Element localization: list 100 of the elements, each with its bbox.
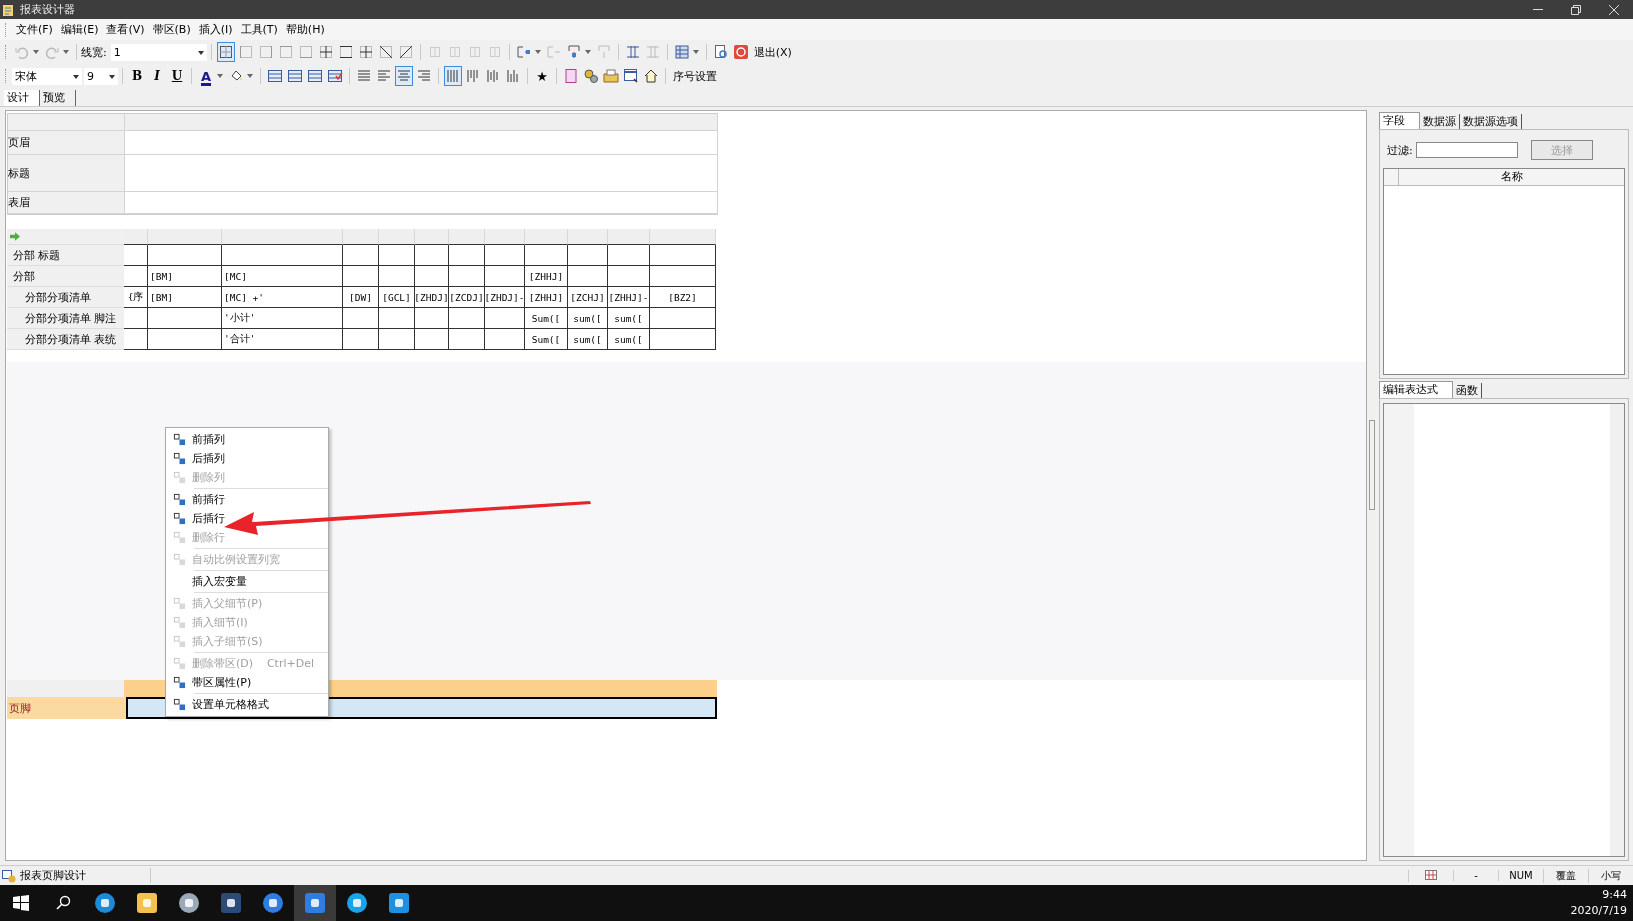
field-cell[interactable] [415, 329, 449, 350]
menu-item[interactable]: 带区属性(P) [166, 673, 328, 692]
folder-icon[interactable] [603, 68, 619, 84]
field-cell[interactable] [608, 266, 650, 287]
format-button[interactable]: I [148, 66, 166, 86]
field-cell[interactable] [650, 308, 716, 329]
field-cell[interactable]: [ZHDJ] [415, 287, 449, 308]
field-cell[interactable]: Sum([ [525, 329, 568, 350]
field-cell[interactable] [124, 266, 148, 287]
vertical-align-button[interactable] [444, 66, 462, 86]
field-cell[interactable] [124, 329, 148, 350]
band-label[interactable]: 页脚 [7, 697, 126, 719]
menu-item[interactable]: 带区(B) [148, 20, 195, 39]
insert-column-icon[interactable] [565, 44, 582, 60]
field-cell[interactable] [343, 308, 379, 329]
caret-icon[interactable] [73, 74, 79, 79]
format-button[interactable]: B [128, 66, 146, 86]
field-cell[interactable]: '合计' [222, 329, 343, 350]
search-icon[interactable] [55, 895, 71, 911]
field-cell[interactable]: [ZHHJ] [525, 287, 568, 308]
field-cell[interactable]: [MC] [222, 266, 343, 287]
menu-item[interactable]: 插入宏变量 [166, 572, 328, 591]
scrollbar[interactable] [1610, 404, 1624, 856]
table-icon[interactable] [267, 68, 283, 84]
band-label[interactable]: 分部分项清单 脚注 [7, 308, 124, 329]
field-cell[interactable]: [GCL] [379, 287, 415, 308]
field-cell[interactable] [148, 308, 222, 329]
panel-tab[interactable]: 编辑表达式 [1379, 381, 1453, 398]
caret-icon[interactable] [109, 74, 115, 79]
field-cell[interactable] [525, 245, 568, 266]
band-label[interactable]: 分部 标题 [7, 245, 124, 266]
field-cell[interactable] [343, 245, 379, 266]
table-icon[interactable] [307, 68, 323, 84]
column-header[interactable] [650, 229, 716, 245]
line-width-dropdown[interactable]: 1 [110, 43, 207, 61]
menu-item[interactable]: 前插行 [166, 490, 328, 509]
sequence-settings-button[interactable]: 序号设置 [670, 68, 720, 84]
menu-item[interactable]: 后插行 [166, 509, 328, 528]
start-icon[interactable] [13, 895, 29, 911]
band-label[interactable]: 页眉 [8, 131, 125, 154]
field-cell[interactable] [568, 266, 608, 287]
field-cell[interactable]: '小计' [222, 308, 343, 329]
caret-icon[interactable] [197, 50, 204, 55]
menu-item[interactable]: 查看(V) [102, 20, 149, 39]
band-label[interactable]: 标题 [8, 155, 125, 191]
column-header[interactable] [343, 229, 379, 245]
field-cell[interactable] [449, 245, 485, 266]
menu-item[interactable]: 插入(I) [194, 20, 237, 39]
column-header[interactable] [222, 229, 343, 245]
column-header[interactable] [485, 229, 525, 245]
field-cell[interactable]: [DW] [343, 287, 379, 308]
band-label[interactable]: 分部分项清单 表统 [7, 329, 124, 350]
column-header[interactable] [568, 229, 608, 245]
page-icon[interactable] [563, 68, 579, 84]
field-cell[interactable]: {序 [124, 287, 148, 308]
field-cell[interactable] [148, 245, 222, 266]
clock-date[interactable]: 2020/7/19 [1570, 903, 1627, 919]
column-header[interactable] [449, 229, 485, 245]
field-cell[interactable] [449, 329, 485, 350]
field-cell[interactable] [650, 329, 716, 350]
field-cell[interactable]: Sum([ [525, 308, 568, 329]
field-cell[interactable]: [ZHHJ] [525, 266, 568, 287]
field-cell[interactable]: [ZCDJ] [449, 287, 485, 308]
filter-field[interactable] [1415, 142, 1518, 158]
stop-icon[interactable] [732, 44, 749, 60]
field-cell[interactable]: [ZCHJ] [568, 287, 608, 308]
field-cell[interactable] [379, 329, 415, 350]
field-cell[interactable] [449, 308, 485, 329]
taskbar-app[interactable] [294, 885, 336, 921]
clock-time[interactable]: 9:44 [1602, 887, 1627, 903]
insert-row-icon[interactable] [515, 44, 532, 60]
field-cell[interactable] [485, 308, 525, 329]
menu-item[interactable]: 帮助(H) [281, 20, 329, 39]
field-cell[interactable] [124, 245, 148, 266]
field-cell[interactable] [343, 266, 379, 287]
field-cell[interactable] [568, 245, 608, 266]
field-cell[interactable] [485, 266, 525, 287]
format-button[interactable]: U [168, 66, 186, 86]
exit-button[interactable]: 退出(X) [750, 44, 795, 60]
column-header[interactable] [525, 229, 568, 245]
restore-icon[interactable] [1571, 4, 1581, 15]
menu-item[interactable]: 前插列 [166, 430, 328, 449]
menu-item[interactable]: 后插列 [166, 449, 328, 468]
star-button[interactable]: ★ [533, 66, 551, 86]
menu-item[interactable]: 设置单元格格式 [166, 695, 328, 714]
splitter-handle[interactable] [1369, 420, 1375, 510]
font-color-button[interactable]: A [197, 66, 215, 86]
view-tab[interactable]: 预览 [40, 90, 76, 106]
field-cell[interactable] [379, 245, 415, 266]
font-size-dropdown[interactable]: 9 [84, 67, 118, 85]
field-cell[interactable]: [BZ2] [650, 287, 716, 308]
menu-item[interactable]: 工具(T) [236, 20, 282, 39]
band-label[interactable]: 分部分项清单 [7, 287, 124, 308]
field-cell[interactable] [485, 245, 525, 266]
field-cell[interactable] [124, 308, 148, 329]
table-grid-icon[interactable] [624, 44, 641, 60]
column-header[interactable] [608, 229, 650, 245]
field-cell[interactable] [449, 266, 485, 287]
band-label[interactable]: 分部 [7, 266, 124, 287]
font-dropdown[interactable]: 宋体 [12, 67, 82, 85]
